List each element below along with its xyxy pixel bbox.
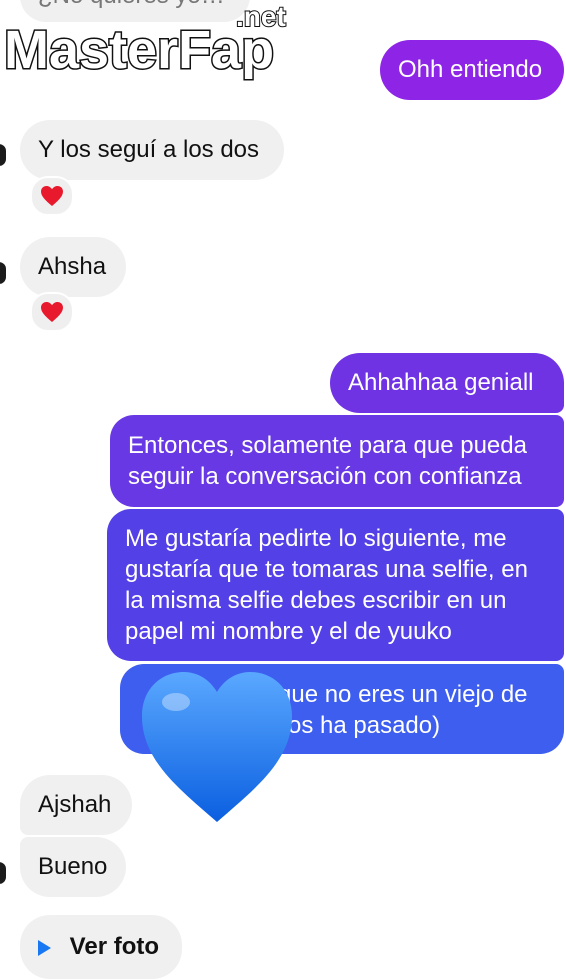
watermark-brand: MasterFap bbox=[4, 20, 274, 80]
message-line: Entonces, solamente para que pueda bbox=[128, 432, 527, 459]
incoming-bubble-bueno[interactable]: Bueno bbox=[20, 837, 126, 897]
message-line: la misma selfie debes escribir en un bbox=[125, 587, 507, 614]
outgoing-bubble-entonces[interactable]: Entonces, solamente para que pueda segui… bbox=[110, 415, 564, 507]
avatar[interactable] bbox=[0, 144, 6, 166]
message-text: Ahsha bbox=[38, 253, 107, 280]
message-text: Ohh entiendo bbox=[398, 56, 543, 83]
ver-foto-button[interactable]: Ver foto bbox=[20, 915, 182, 979]
heart-emoji-icon bbox=[41, 302, 63, 322]
outgoing-bubble-ohh-entiendo[interactable]: Ohh entiendo bbox=[380, 40, 564, 100]
watermark-domain: .net bbox=[236, 1, 286, 32]
masterfap-watermark: MasterFap .net bbox=[3, 0, 287, 82]
message-line: papel mi nombre y el de yuuko bbox=[125, 618, 452, 645]
message-text: Ajshah bbox=[38, 791, 112, 818]
message-line: seguir la conversación con confianza bbox=[128, 463, 522, 490]
incoming-bubble-y-los-segui[interactable]: Y los seguí a los dos bbox=[20, 120, 284, 180]
incoming-bubble-ahsha[interactable]: Ahsha bbox=[20, 237, 126, 297]
outgoing-bubble-me-gustaria[interactable]: Me gustaría pedirte lo siguiente, me gus… bbox=[107, 509, 564, 661]
outgoing-bubble-geniall[interactable]: Ahhahhaa geniall bbox=[330, 353, 564, 413]
message-line: os ha pasado) bbox=[288, 712, 441, 739]
avatar[interactable] bbox=[0, 262, 6, 284]
incoming-bubble-ajshah[interactable]: Ajshah bbox=[20, 775, 132, 835]
ver-foto-label: Ver foto bbox=[69, 933, 160, 960]
blue-heart-icon bbox=[142, 672, 292, 822]
message-line: Me gustaría pedirte lo siguiente, me bbox=[125, 525, 507, 552]
heart-emoji-icon bbox=[41, 186, 63, 206]
reaction-badge[interactable] bbox=[30, 176, 74, 216]
play-icon bbox=[38, 939, 51, 956]
message-text: Ahhahhaa geniall bbox=[348, 369, 534, 396]
message-text: Bueno bbox=[38, 853, 108, 880]
reaction-badge[interactable] bbox=[30, 292, 74, 332]
message-line: que no eres un viejo de bbox=[278, 681, 528, 708]
avatar[interactable] bbox=[0, 862, 6, 884]
message-text: Y los seguí a los dos bbox=[38, 136, 260, 163]
message-line: gustaría que te tomaras una selfie, en bbox=[125, 556, 528, 583]
